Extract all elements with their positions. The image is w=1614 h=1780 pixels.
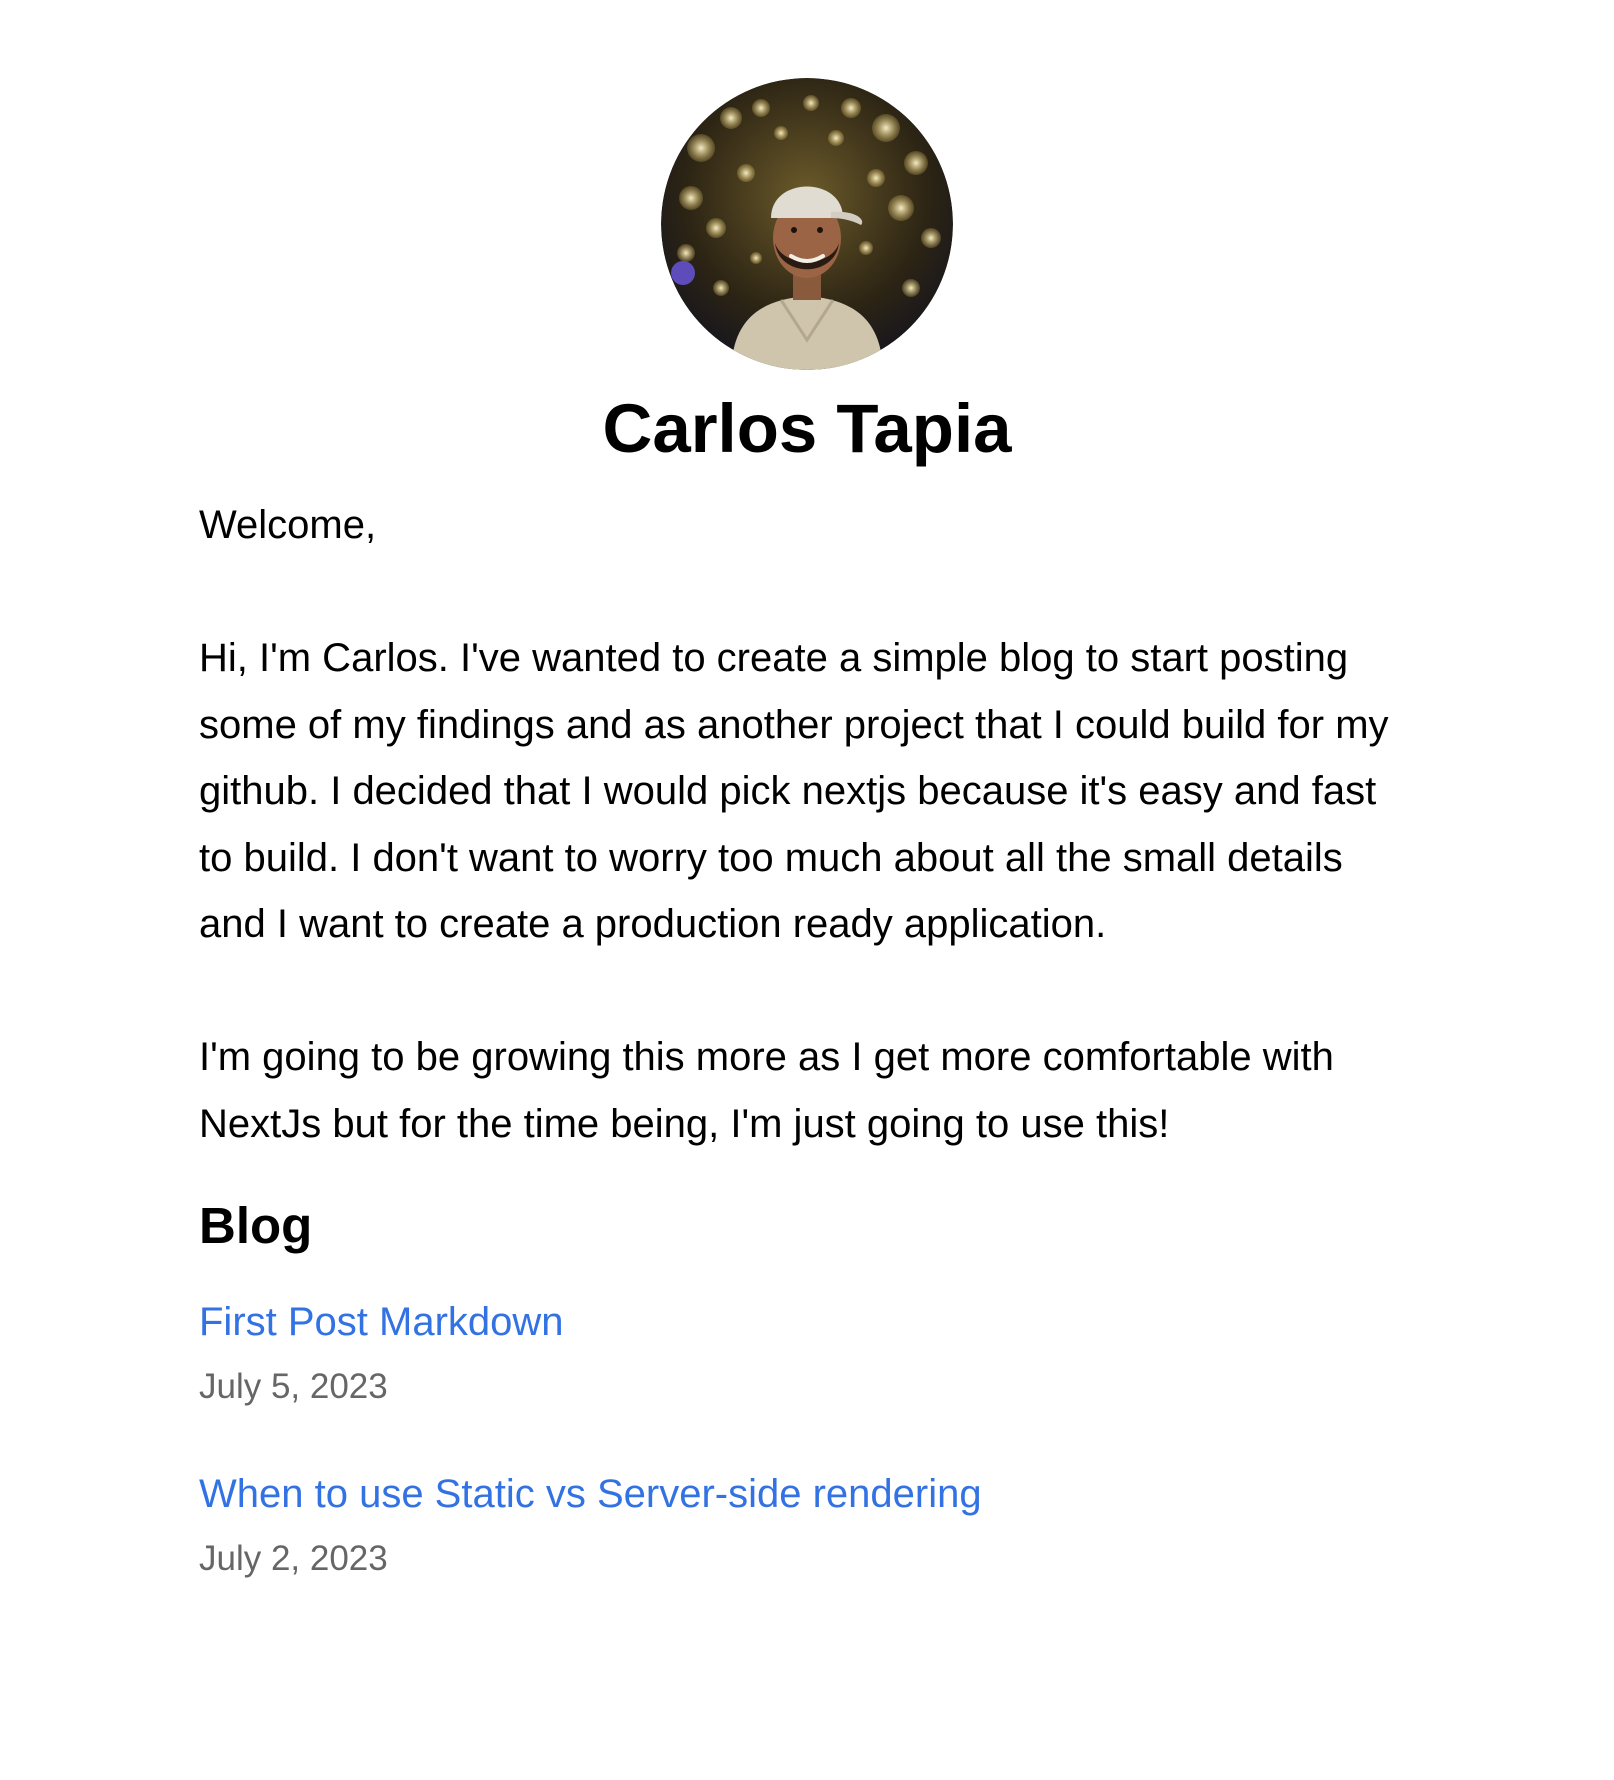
intro-paragraph: Hi, I'm Carlos. I've wanted to create a … [199, 636, 1389, 946]
intro-section: Welcome, Hi, I'm Carlos. I've wanted to … [199, 492, 1415, 1157]
post-item: First Post Markdown July 5, 2023 [199, 1289, 1415, 1417]
greeting-text: Welcome, [199, 503, 377, 547]
author-name: Carlos Tapia [602, 390, 1012, 467]
intro-paragraph: I'm going to be growing this more as I g… [199, 1035, 1334, 1146]
avatar [661, 78, 953, 370]
blog-heading: Blog [199, 1197, 313, 1254]
post-list: First Post Markdown July 5, 2023 When to… [199, 1289, 1415, 1589]
post-link[interactable]: First Post Markdown [199, 1289, 1415, 1355]
main-content: Welcome, Hi, I'm Carlos. I've wanted to … [199, 492, 1415, 1633]
paragraph-spacer [199, 958, 1415, 1025]
post-date: July 5, 2023 [199, 1367, 388, 1407]
profile-header: Carlos Tapia [0, 78, 1614, 471]
page: Carlos Tapia Welcome, Hi, I'm Carlos. I'… [0, 0, 1614, 1780]
post-date: July 2, 2023 [199, 1539, 388, 1579]
post-link[interactable]: When to use Static vs Server-side render… [199, 1461, 1415, 1527]
post-item: When to use Static vs Server-side render… [199, 1461, 1415, 1589]
blog-section: Blog First Post Markdown July 5, 2023 Wh… [199, 1193, 1415, 1589]
paragraph-spacer [199, 559, 1415, 626]
